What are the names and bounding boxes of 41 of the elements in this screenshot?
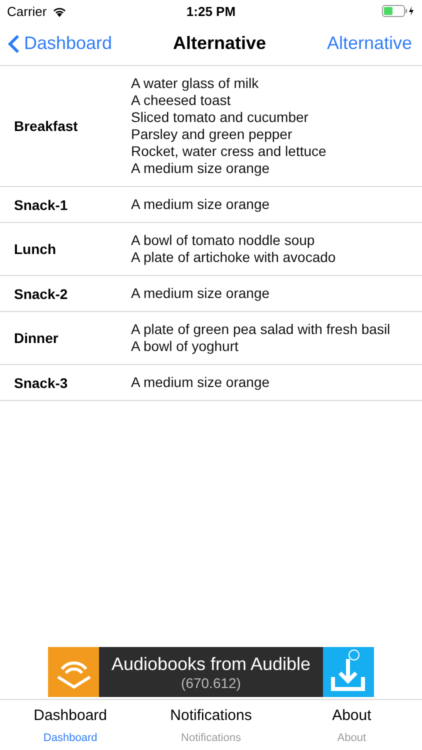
meal-item: A plate of artichoke with avocado — [131, 249, 336, 266]
tab-item[interactable]: Dashboard Dashboard — [0, 700, 141, 750]
meal-item: A medium size orange — [131, 160, 271, 177]
audible-logo-icon — [48, 647, 99, 697]
battery-icon — [382, 5, 415, 17]
tab-title: About — [332, 706, 372, 724]
nav-title: Alternative — [172, 33, 266, 54]
tab-label: Notifications — [181, 732, 241, 744]
meal-item: A plate of green pea salad with fresh basil — [131, 321, 390, 338]
alternative-button[interactable]: Alternative — [326, 33, 412, 54]
wifi-icon — [52, 6, 67, 16]
ad-banner[interactable]: Audiobooks from Audible (670.612) — [48, 647, 374, 697]
ad-count: (670.612) — [181, 674, 241, 690]
meal-name: Breakfast — [14, 118, 79, 134]
download-icon[interactable] — [323, 647, 374, 697]
meal-item: Sliced tomato and cucumber — [131, 109, 310, 126]
meal-item: A medium size orange — [131, 285, 270, 302]
meal-item: A bowl of yoghurt — [131, 338, 240, 355]
tab-title: Dashboard — [34, 706, 108, 724]
meal-item: Parsley and green pepper — [131, 126, 294, 143]
meal-name: Snack-3 — [14, 374, 69, 390]
meal-name: Snack-1 — [14, 196, 69, 212]
meal-item: A water glass of milk — [131, 75, 260, 92]
meal-item: A medium size orange — [131, 374, 270, 391]
meal-name: Lunch — [14, 241, 57, 257]
meal-item: A cheesed toast — [131, 92, 232, 109]
meal-item: A bowl of tomato noddle soup — [131, 232, 316, 249]
status-time: 1:25 PM — [186, 4, 236, 18]
tab-label: About — [337, 732, 366, 744]
ad-title: Audiobooks from Audible — [111, 654, 311, 674]
carrier-name: Carrier — [7, 4, 47, 18]
back-button[interactable]: Dashboard — [8, 33, 112, 54]
tab-label: Dashboard — [43, 732, 98, 744]
tab-item[interactable]: About About — [281, 700, 422, 750]
tab-item[interactable]: Notifications Notifications — [140, 700, 282, 750]
meal-item: A medium size orange — [131, 196, 270, 213]
meal-item: Rocket, water cress and lettuce — [131, 143, 326, 160]
tab-title: Notifications — [170, 706, 252, 724]
chevron-left-icon — [8, 34, 20, 54]
meal-name: Dinner — [14, 330, 60, 346]
meal-name: Snack-2 — [14, 286, 69, 302]
